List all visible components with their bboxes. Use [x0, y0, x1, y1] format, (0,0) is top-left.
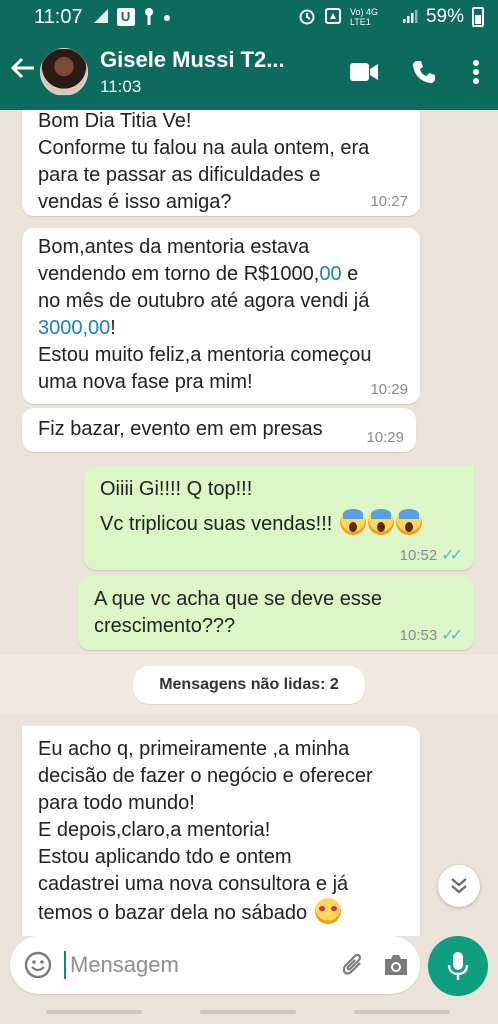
contact-avatar[interactable] [40, 48, 88, 96]
mic-button[interactable] [428, 936, 488, 996]
message-line: cadastrei uma nova consultora e já [38, 873, 349, 895]
nav-recents-handle[interactable] [354, 1010, 450, 1014]
composer [0, 936, 498, 996]
message-line: no mês de outubro até agora vendi já [38, 290, 370, 312]
message-line: Bom Dia Titia Ve! [38, 110, 192, 132]
message-text: vendendo em torno de R$1000, [38, 263, 320, 285]
message-line: 3000,00! [38, 315, 406, 342]
system-nav-bar [0, 1000, 498, 1024]
message-incoming[interactable]: Fiz bazar, evento em em presas 10:29 [22, 408, 416, 452]
network-type: Vo) 4G LTE1 [349, 7, 378, 27]
detected-number-link[interactable]: 3000,00 [38, 317, 110, 339]
contact-name: Gisele Mussi T2... [100, 47, 285, 72]
message-time: 10:53 [399, 627, 438, 644]
message-line: para te passar as dificuldades e [38, 164, 321, 186]
read-receipt-icon: ✓✓ [441, 627, 463, 644]
message-line: para todo mundo! [38, 792, 195, 814]
message-meta: 10:52 ✓✓ [399, 547, 463, 564]
message-line: vendas é isso amiga? [38, 191, 232, 213]
message-line: Conforme tu falou na aula ontem, era [38, 137, 370, 159]
status-bar: 11:07 U Vo) 4G LTE1 59% [0, 0, 498, 34]
battery-icon [472, 7, 484, 27]
chat-header: Gisele Mussi T2... 11:03 [0, 34, 498, 110]
status-time: 11:07 [34, 5, 83, 28]
phone-icon[interactable] [394, 42, 454, 102]
message-line: vendendo em torno de R$1000,00 e [38, 261, 406, 288]
smiling-face-with-hearts-emoji [314, 898, 341, 924]
nav-home-handle[interactable] [200, 1010, 296, 1014]
message-incoming[interactable]: Bom,antes da mentoria estava vendendo em… [22, 228, 420, 404]
back-arrow-icon[interactable] [8, 55, 38, 89]
message-line: E depois,claro,a mentoria! [38, 819, 271, 841]
battery-percent: 59% [425, 6, 464, 27]
unread-divider: Mensagens não lidas: 2 [0, 655, 498, 715]
message-line: Bom,antes da mentoria estava [38, 236, 310, 258]
contact-info[interactable]: Gisele Mussi T2... 11:03 [100, 47, 285, 97]
camera-icon[interactable] [382, 953, 410, 977]
signal-4g-icon [93, 8, 109, 27]
mic-icon [447, 952, 469, 980]
message-line: Eu acho q, primeiramente ,a minha [38, 738, 350, 760]
emoji-icon[interactable] [24, 951, 52, 979]
message-text: Vc triplicou suas vendas!!! [100, 513, 333, 535]
message-outgoing[interactable]: A que vc acha que se deve esse crescimen… [78, 576, 474, 650]
contact-subtitle: 11:03 [100, 77, 142, 96]
screaming-face-emoji [395, 509, 422, 535]
message-line: A que vc acha que se deve esse [94, 588, 382, 610]
message-time: 10:29 [370, 381, 408, 398]
message-line: uma nova fase pra mim! [38, 371, 253, 393]
alarm-icon [298, 7, 316, 28]
message-input-box[interactable] [10, 936, 420, 994]
message-time: 10:27 [370, 193, 408, 210]
message-input[interactable] [64, 951, 284, 979]
message-outgoing[interactable]: Oiiii Gi!!!! Q top!!! Vc triplicou suas … [84, 466, 474, 570]
double-chevron-down-icon [451, 878, 467, 894]
nav-back-handle[interactable] [46, 1010, 142, 1014]
attach-icon[interactable] [340, 951, 366, 979]
message-time: 10:29 [366, 429, 404, 446]
message-incoming[interactable]: Eu acho q, primeiramente ,a minha decisã… [22, 726, 420, 936]
unread-label: Mensagens não lidas: 2 [133, 666, 365, 704]
signal-strength-icon [402, 8, 418, 27]
read-receipt-icon: ✓✓ [441, 547, 463, 564]
key-icon [143, 7, 155, 28]
scroll-to-bottom-button[interactable] [438, 865, 480, 907]
data-saver-icon [324, 7, 342, 28]
more-vert-icon[interactable] [454, 42, 498, 102]
message-line: decisão de fazer o negócio e oferecer [38, 765, 373, 787]
message-line: Estou muito feliz,a mentoria começou [38, 344, 372, 366]
message-time: 10:52 [399, 547, 438, 564]
u-app-icon: U [116, 8, 135, 26]
message-incoming[interactable]: Bom Dia Titia Ve! Conforme tu falou na a… [22, 110, 420, 216]
message-text: e [341, 263, 359, 285]
video-call-icon[interactable] [334, 42, 394, 102]
message-text: ! [110, 317, 116, 339]
detected-number-link[interactable]: 00 [319, 263, 341, 285]
message-text: temos o bazar dela no sábado [38, 902, 308, 924]
message-line: Vc triplicou suas vendas!!! [100, 509, 460, 538]
dot-icon [163, 9, 171, 25]
chat-area[interactable]: Bom Dia Titia Ve! Conforme tu falou na a… [0, 110, 498, 936]
message-line: Fiz bazar, evento em em presas [38, 418, 323, 440]
message-line: Oiiii Gi!!!! Q top!!! [100, 478, 253, 500]
screaming-face-emoji [367, 509, 394, 535]
status-left-icons: U [93, 7, 171, 28]
message-line: temos o bazar dela no sábado [38, 898, 406, 927]
message-line: Estou aplicando tdo e ontem [38, 846, 292, 868]
screaming-face-emoji [339, 509, 366, 535]
message-meta: 10:53 ✓✓ [399, 627, 463, 644]
status-right-icons: Vo) 4G LTE1 59% [298, 6, 484, 28]
